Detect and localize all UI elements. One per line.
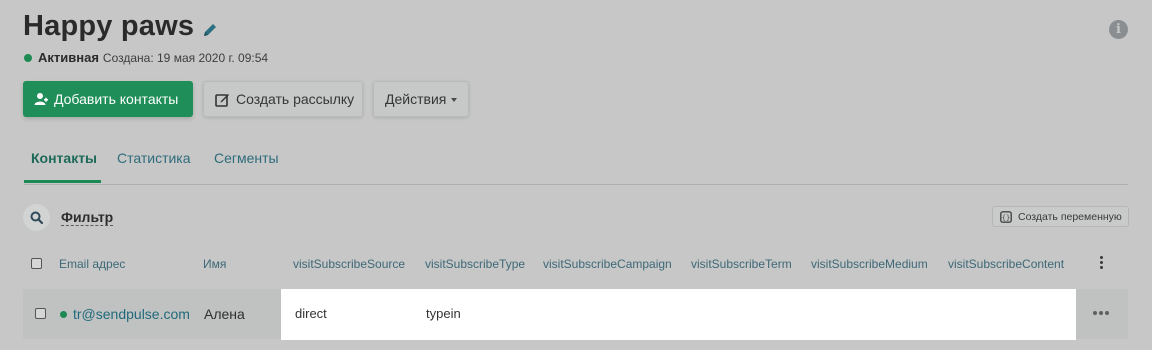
column-header-email[interactable]: Email адрес <box>59 257 125 271</box>
select-all-checkbox[interactable] <box>31 258 42 269</box>
email-link[interactable]: tr@sendpulse.com <box>73 306 190 322</box>
email-cell: tr@sendpulse.com <box>60 306 190 322</box>
column-header-campaign[interactable]: visitSubscribeCampaign <box>543 257 672 271</box>
caret-down-icon <box>451 98 458 102</box>
column-header-term[interactable]: visitSubscribeTerm <box>691 257 792 271</box>
add-contacts-button[interactable]: Добавить контакты <box>23 81 193 117</box>
add-contacts-label: Добавить контакты <box>54 91 179 107</box>
filter-search-button[interactable] <box>23 204 50 231</box>
kebab-icon[interactable] <box>1100 256 1104 269</box>
source-value: direct <box>295 306 327 321</box>
create-variable-label: Создать переменную <box>1018 210 1122 223</box>
type-value: typein <box>426 306 461 321</box>
status-label: Активная <box>38 50 99 65</box>
tab-contacts[interactable]: Контакты <box>24 150 101 183</box>
status-dot <box>24 53 32 62</box>
more-icon[interactable] <box>1093 311 1109 315</box>
svg-text:{}: {} <box>1002 214 1010 222</box>
status-row: Активная Создана: 19 мая 2020 г. 09:54 <box>24 50 268 65</box>
column-header-name[interactable]: Имя <box>203 257 226 271</box>
active-status-dot <box>60 310 67 318</box>
variable-icon: {} <box>1000 210 1012 223</box>
tab-segments-label: Сегменты <box>214 150 279 166</box>
created-date: Создана: 19 мая 2020 г. 09:54 <box>102 50 269 65</box>
tab-statistics[interactable]: Статистика <box>117 150 191 183</box>
column-header-content[interactable]: visitSubscribeContent <box>948 257 1064 271</box>
name-cell: Алена <box>204 306 245 322</box>
create-variable-button[interactable]: {} Создать переменную <box>992 206 1129 227</box>
search-icon <box>30 211 43 224</box>
active-tab-indicator <box>24 180 101 183</box>
tabs-bar: Контакты Статистика Сегменты <box>24 150 1128 185</box>
column-header-source[interactable]: visitSubscribeSource <box>293 257 405 271</box>
column-header-medium[interactable]: visitSubscribeMedium <box>811 257 928 271</box>
filter-label[interactable]: Фильтр <box>61 209 114 226</box>
table-row[interactable]: tr@sendpulse.com Алена direct typein <box>23 289 1128 340</box>
table-header: Email адрес Имя visitSubscribeSource vis… <box>23 252 1128 276</box>
pencil-icon[interactable] <box>202 22 218 38</box>
tab-contacts-label: Контакты <box>31 150 98 166</box>
tab-segments[interactable]: Сегменты <box>214 150 279 183</box>
create-campaign-label: Создать рассылку <box>236 91 355 107</box>
title-row: Happy paws <box>23 10 218 43</box>
tab-statistics-label: Статистика <box>117 150 191 166</box>
create-campaign-button[interactable]: Создать рассылку <box>203 81 363 117</box>
edit-square-icon <box>215 92 230 107</box>
actions-label: Действия <box>385 91 447 107</box>
info-icon[interactable]: i <box>1109 20 1128 39</box>
actions-dropdown[interactable]: Действия <box>373 81 469 117</box>
row-checkbox[interactable] <box>35 308 46 319</box>
column-header-type[interactable]: visitSubscribeType <box>425 257 525 271</box>
page-title: Happy paws <box>23 10 195 42</box>
user-plus-icon <box>34 92 48 106</box>
custom-fields-cell: direct typein <box>281 289 1076 340</box>
